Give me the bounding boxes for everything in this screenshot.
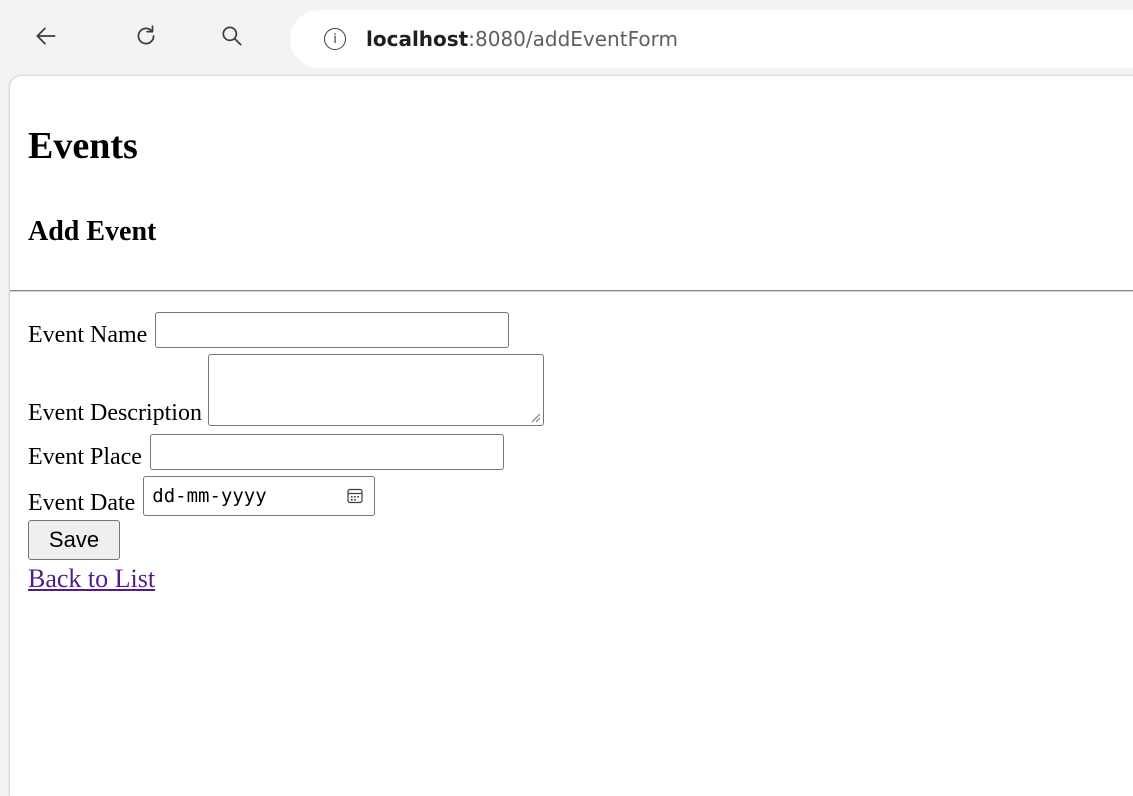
event-name-input[interactable] <box>155 312 510 348</box>
calendar-icon[interactable] <box>346 487 364 505</box>
event-description-label: Event Description <box>28 400 202 426</box>
horizontal-divider <box>10 290 1133 292</box>
event-date-label: Event Date <box>28 490 136 516</box>
event-date-input[interactable]: dd-mm-yyyy <box>143 476 376 516</box>
address-bar[interactable]: i localhost:8080/addEventForm <box>290 10 1133 68</box>
event-date-row: Event Date dd-mm-yyyy <box>28 476 376 516</box>
reload-icon <box>137 25 155 45</box>
info-icon[interactable]: i <box>324 28 346 50</box>
page-subtitle: Add Event <box>28 216 157 247</box>
save-button[interactable]: Save <box>28 520 120 560</box>
page-title: Events <box>28 125 138 167</box>
resize-grip-icon[interactable] <box>531 413 541 423</box>
back-to-list-link[interactable]: Back to List <box>28 564 155 594</box>
back-button[interactable] <box>28 18 64 54</box>
search-button[interactable] <box>214 18 250 54</box>
event-name-label: Event Name <box>28 322 148 348</box>
event-description-row: Event Description <box>28 354 544 426</box>
arrow-left-icon <box>36 27 56 45</box>
page-viewport: Events Add Event Event Name Event Descri… <box>10 76 1133 796</box>
search-icon <box>222 26 242 46</box>
event-place-row: Event Place <box>28 434 504 470</box>
event-name-row: Event Name <box>28 312 510 348</box>
browser-toolbar: i localhost:8080/addEventForm <box>0 0 1133 76</box>
url-host: localhost <box>366 27 469 51</box>
url-path: :8080/addEventForm <box>468 27 678 51</box>
event-place-input[interactable] <box>149 434 504 470</box>
event-date-placeholder: dd-mm-yyyy <box>152 485 267 507</box>
reload-button[interactable] <box>128 18 164 54</box>
url-text[interactable]: localhost:8080/addEventForm <box>366 27 678 51</box>
event-description-textarea[interactable] <box>207 354 544 426</box>
event-place-label: Event Place <box>28 444 142 470</box>
